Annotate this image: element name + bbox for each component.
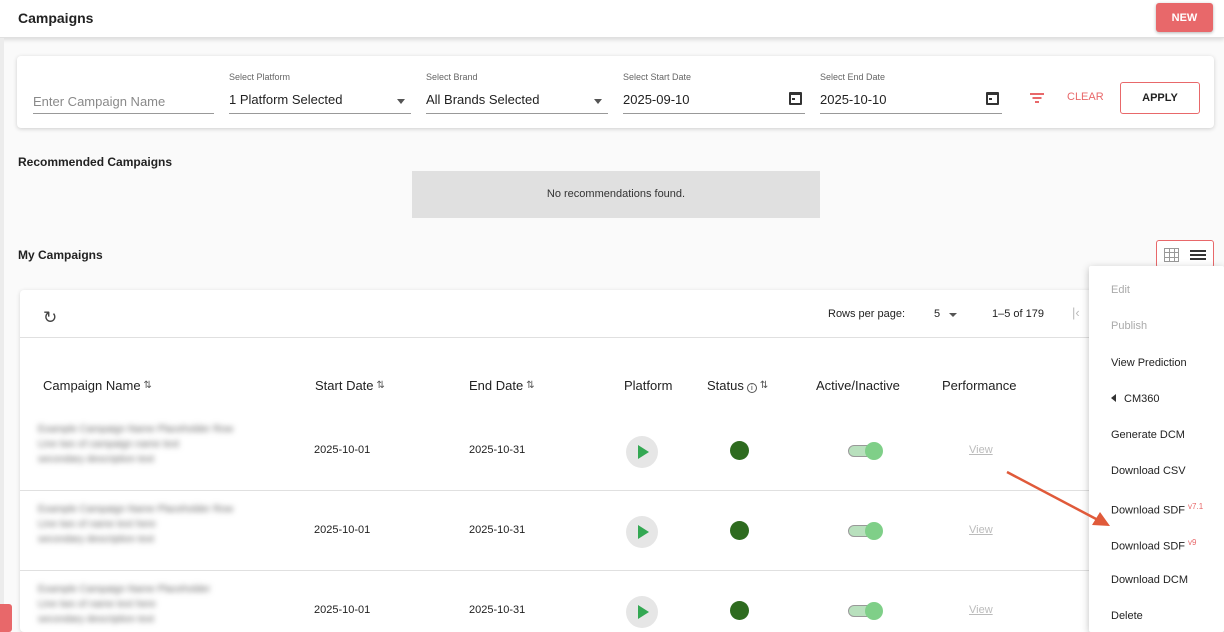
start-date-field[interactable]: Select Start Date 2025-09-10 [623,72,805,116]
my-campaigns-title: My Campaigns [18,248,103,262]
no-recommendations-banner: No recommendations found. [412,171,820,218]
sort-icon[interactable]: ⇅ [760,380,768,391]
filter-icon[interactable] [1030,93,1044,103]
start-date-cell: 2025-10-01 [314,604,371,616]
end-date-cell: 2025-10-31 [469,524,526,536]
col-performance: Performance [942,378,1017,393]
menu-item-download-csv[interactable]: Download CSV [1111,465,1186,477]
top-bar: Campaigns NEW [0,0,1224,38]
col-start-date[interactable]: Start Date ⇅ [315,378,385,393]
col-active-inactive: Active/Inactive [816,378,900,393]
grid-view-icon[interactable] [1164,248,1179,262]
campaigns-table: ↻ Rows per page: 5 1–5 of 179 |‹ Campaig… [20,290,1224,632]
menu-item-cm360[interactable]: CM360 [1111,393,1159,405]
pagination-info: 1–5 of 179 [992,308,1044,320]
rows-per-page-select[interactable]: 5 [934,308,940,320]
side-tab[interactable] [0,604,12,632]
menu-item-generate-dcm[interactable]: Generate DCM [1111,429,1185,441]
end-date-value: 2025-10-10 [820,92,887,107]
col-campaign-name[interactable]: Campaign Name ⇅ [43,378,152,393]
sort-icon[interactable]: ⇅ [526,380,534,391]
left-edge [0,38,4,632]
caret-left-icon [1111,394,1116,402]
menu-item-download-sdf-v71[interactable]: Download SDF v7.1 [1111,502,1203,517]
view-performance-link[interactable]: View [969,604,993,616]
view-toggle [1156,240,1214,268]
play-platform-icon [626,516,658,548]
campaign-name-blurred[interactable]: Example Campaign Name Placeholder Row Li… [38,422,288,478]
active-toggle[interactable] [848,522,883,540]
brand-label: Select Brand [426,72,478,82]
refresh-icon[interactable]: ↻ [43,308,57,328]
campaign-name-field[interactable]: Enter Campaign Name [33,72,214,116]
active-toggle[interactable] [848,602,883,620]
active-toggle[interactable] [848,442,883,460]
menu-item-view-prediction[interactable]: View Prediction [1111,357,1187,369]
platform-label: Select Platform [229,72,291,82]
chevron-down-icon [397,99,405,104]
end-date-field[interactable]: Select End Date 2025-10-10 [820,72,1002,116]
start-date-value: 2025-09-10 [623,92,690,107]
col-end-date[interactable]: End Date ⇅ [469,378,535,393]
first-page-icon[interactable]: |‹ [1072,305,1080,320]
row-actions-menu: Edit Publish View Prediction CM360 Gener… [1089,266,1224,632]
menu-item-edit[interactable]: Edit [1111,284,1130,296]
new-campaign-button[interactable]: NEW [1156,3,1213,32]
version-badge: v9 [1188,538,1197,547]
table-row[interactable]: Example Campaign Name Placeholder Row Li… [20,411,1224,491]
start-date-cell: 2025-10-01 [314,444,371,456]
col-platform: Platform [624,378,673,393]
chevron-down-icon[interactable] [949,313,957,317]
campaign-name-placeholder: Enter Campaign Name [33,94,166,109]
menu-item-delete[interactable]: Delete [1111,610,1143,622]
sort-icon[interactable]: ⇅ [377,380,385,391]
version-badge: v7.1 [1188,502,1204,511]
play-platform-icon [626,596,658,628]
recommended-title: Recommended Campaigns [18,155,173,169]
end-date-cell: 2025-10-31 [469,444,526,456]
table-row[interactable]: Example Campaign Name Placeholder Row Li… [20,491,1224,571]
play-platform-icon [626,436,658,468]
platform-value: 1 Platform Selected [229,92,343,107]
brand-value: All Brands Selected [426,92,540,107]
chevron-down-icon [594,99,602,104]
clear-button[interactable]: CLEAR [1067,91,1104,103]
end-date-cell: 2025-10-31 [469,604,526,616]
filter-panel: Enter Campaign Name Select Platform 1 Pl… [17,56,1214,128]
col-status[interactable]: Status i ⇅ [707,378,768,393]
status-active-dot [730,601,749,620]
list-view-icon[interactable] [1190,250,1206,260]
campaign-name-blurred[interactable]: Example Campaign Name Placeholder Row Li… [38,502,288,558]
end-date-label: Select End Date [820,72,886,82]
view-performance-link[interactable]: View [969,444,993,456]
status-active-dot [730,521,749,540]
brand-select[interactable]: Select Brand All Brands Selected [426,72,608,116]
table-row[interactable]: Example Campaign Name Placeholder Line t… [20,571,1224,632]
status-active-dot [730,441,749,460]
view-performance-link[interactable]: View [969,524,993,536]
start-date-cell: 2025-10-01 [314,524,371,536]
apply-button[interactable]: APPLY [1120,82,1200,114]
start-date-label: Select Start Date [623,72,692,82]
calendar-icon[interactable] [986,92,999,105]
rows-per-page-label: Rows per page: [828,308,906,320]
page-title: Campaigns [18,10,94,26]
sort-icon[interactable]: ⇅ [144,380,152,391]
divider [20,337,1224,338]
info-icon[interactable]: i [746,383,757,393]
menu-item-download-sdf-v9[interactable]: Download SDF v9 [1111,538,1197,553]
calendar-icon[interactable] [789,92,802,105]
campaign-name-blurred[interactable]: Example Campaign Name Placeholder Line t… [38,582,288,632]
platform-select[interactable]: Select Platform 1 Platform Selected [229,72,411,116]
menu-item-download-dcm[interactable]: Download DCM [1111,574,1188,586]
menu-item-publish[interactable]: Publish [1111,320,1147,332]
